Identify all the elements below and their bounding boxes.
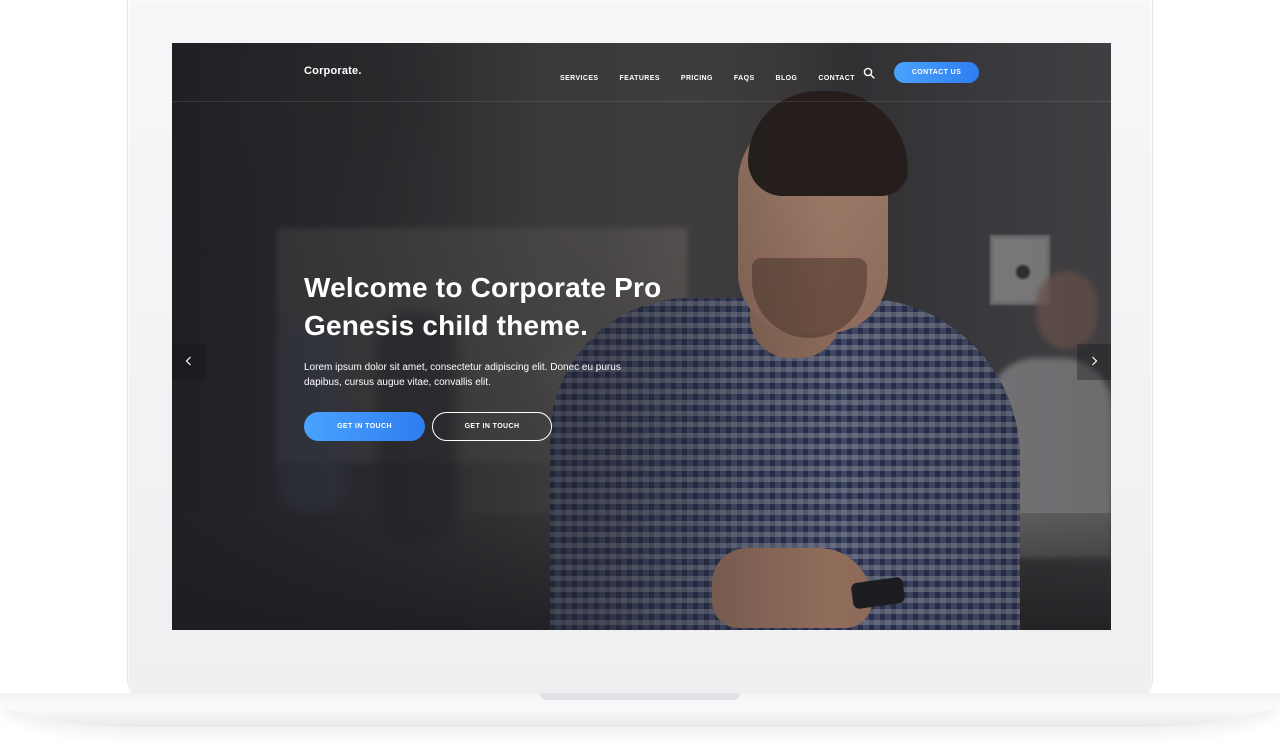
hero-title: Welcome to Corporate Pro Genesis child t… [304,269,724,345]
site-logo[interactable]: Corporate. [304,65,362,77]
nav-link-features[interactable]: FEATURES [619,75,659,82]
nav-link-contact[interactable]: CONTACT [818,75,855,82]
chevron-left-icon [185,353,193,371]
contact-us-button[interactable]: CONTACT US [894,62,979,83]
hero-title-line-2: Genesis child theme. [304,310,589,341]
laptop-notch [540,693,740,700]
hero-title-line-1: Welcome to Corporate Pro [304,272,662,303]
chevron-right-icon [1090,353,1098,371]
main-navigation: SERVICES FEATURES PRICING FAQS BLOG CONT… [560,67,855,85]
nav-item-features: FEATURES [619,67,659,85]
get-in-touch-outline-button[interactable]: GET IN TOUCH [432,412,552,441]
hero-description-line-2: dapibus, cursus augue vitae, convallis e… [304,377,491,388]
site-header: Corporate. SERVICES FEATURES PRICING FAQ… [172,43,1111,102]
search-icon[interactable] [863,66,875,79]
website-screen: Corporate. SERVICES FEATURES PRICING FAQ… [172,43,1111,630]
nav-item-contact: CONTACT [818,67,855,85]
nav-item-blog: BLOG [776,67,798,85]
nav-item-services: SERVICES [560,67,598,85]
nav-item-faqs: FAQS [734,67,755,85]
nav-item-pricing: PRICING [681,67,713,85]
nav-link-faqs[interactable]: FAQS [734,75,755,82]
nav-link-blog[interactable]: BLOG [776,75,798,82]
slider-next-button[interactable] [1077,344,1111,380]
hero-description-line-1: Lorem ipsum dolor sit amet, consectetur … [304,362,621,373]
slider-prev-button[interactable] [172,344,206,380]
get-in-touch-primary-button[interactable]: GET IN TOUCH [304,412,425,441]
hero-description: Lorem ipsum dolor sit amet, consectetur … [304,360,654,390]
nav-link-pricing[interactable]: PRICING [681,75,713,82]
nav-link-services[interactable]: SERVICES [560,75,598,82]
